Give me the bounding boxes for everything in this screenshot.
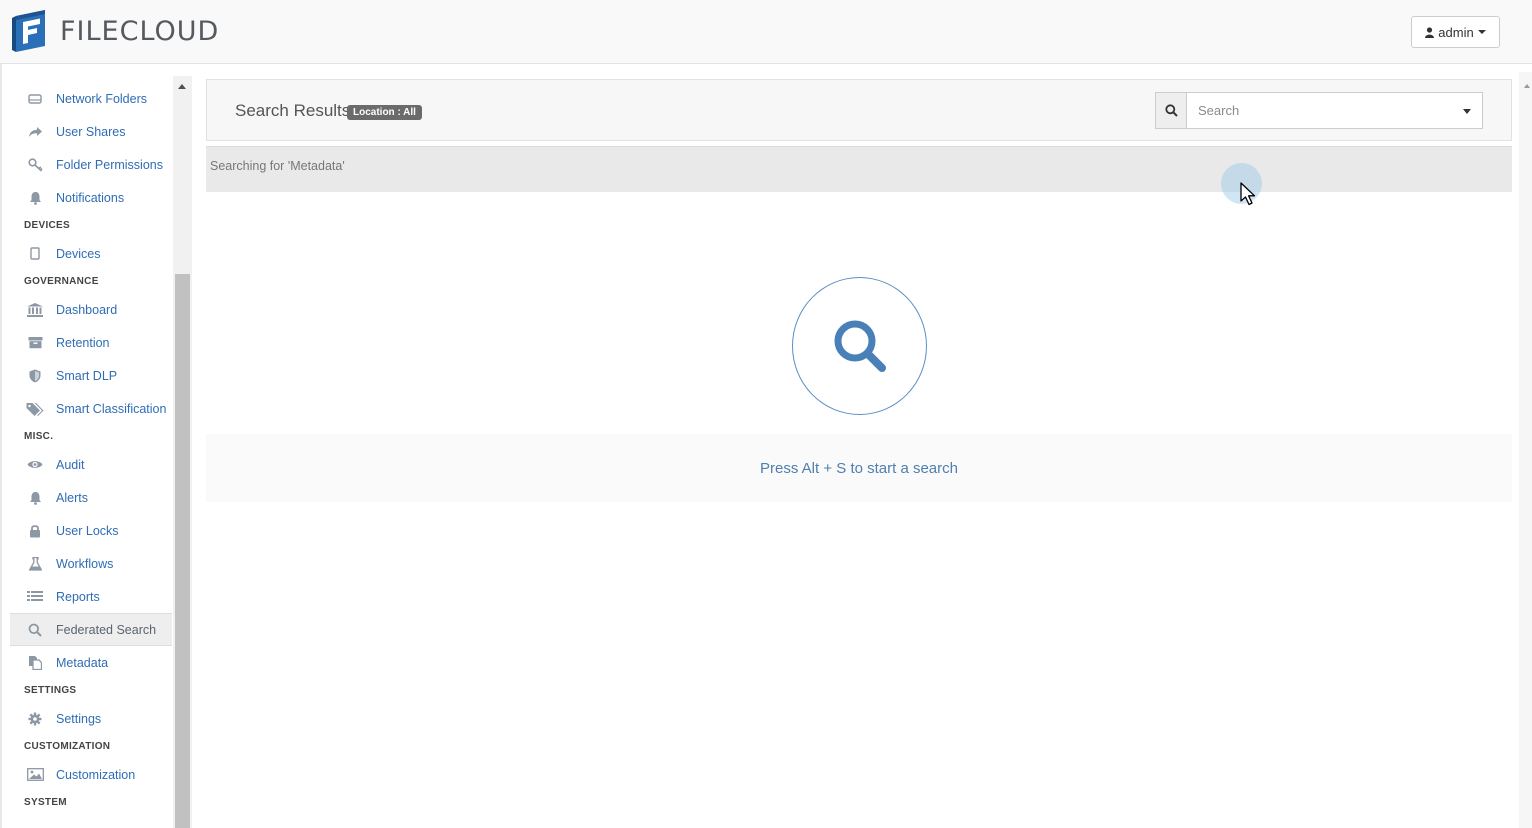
user-name: admin xyxy=(1438,24,1474,40)
filecloud-logo[interactable]: FILECLOUD xyxy=(12,8,219,54)
search-addon[interactable] xyxy=(1156,93,1187,128)
sidebar-item-notifications[interactable]: Notifications xyxy=(10,181,172,214)
sidebar-section-devices: DEVICES xyxy=(24,220,71,231)
search-status: Searching for 'Metadata' xyxy=(206,146,1512,192)
sidebar-item-federated-search[interactable]: Federated Search xyxy=(10,613,172,646)
search-input[interactable] xyxy=(1188,93,1448,128)
sidebar-section-settings: SETTINGS xyxy=(24,685,77,696)
sidebar-item-label: Folder Permissions xyxy=(56,157,163,172)
sidebar-item-label: Audit xyxy=(56,457,85,472)
sidebar-item-user-shares[interactable]: User Shares xyxy=(10,115,172,148)
sidebar-item-smart-classification[interactable]: Smart Classification xyxy=(10,392,172,425)
sidebar-item-label: User Locks xyxy=(56,523,119,538)
sidebar: Network Folders User Shares Folder Permiss… xyxy=(0,76,192,828)
device-icon xyxy=(26,245,44,263)
sidebar-item-label: Retention xyxy=(56,335,110,350)
sidebar-item-label: Settings xyxy=(56,711,102,726)
sidebar-item-settings[interactable]: Settings xyxy=(10,702,172,735)
page-title: Search Results xyxy=(235,101,351,120)
search-icon xyxy=(26,621,44,639)
sidebar-item-label: Alerts xyxy=(56,490,88,505)
chevron-down-icon xyxy=(1477,30,1486,34)
search-hint: Press Alt + S to start a search xyxy=(206,434,1512,502)
eye-icon xyxy=(26,456,44,474)
sidebar-item-user-locks[interactable]: User Locks xyxy=(10,514,172,547)
sidebar-item-customization[interactable]: Customization xyxy=(10,758,172,791)
sidebar-nav: Network Folders User Shares Folder Permiss… xyxy=(10,82,172,814)
location-badge: Location : All xyxy=(347,105,422,120)
tags-icon xyxy=(26,400,44,418)
list-icon xyxy=(26,588,44,606)
sidebar-item-audit[interactable]: Audit xyxy=(10,448,172,481)
sidebar-item-label: Smart DLP xyxy=(56,368,118,383)
sidebar-item-label: Federated Search xyxy=(56,622,157,637)
sidebar-item-label: Notifications xyxy=(56,190,125,205)
sidebar-section-misc: MISC. xyxy=(24,431,54,442)
key-icon xyxy=(26,156,44,174)
sidebar-item-label: Customization xyxy=(56,767,136,782)
search-icon xyxy=(1164,104,1178,117)
scroll-up-arrow-icon[interactable] xyxy=(1524,84,1530,88)
sidebar-item-label: Network Folders xyxy=(56,91,147,106)
sidebar-item-devices[interactable]: Devices xyxy=(10,237,172,270)
sidebar-section-governance: GOVERNANCE xyxy=(24,276,99,287)
flask-icon xyxy=(26,555,44,573)
bell-icon xyxy=(26,489,44,507)
magnifier-icon xyxy=(834,320,886,372)
sidebar-item-metadata[interactable]: Metadata xyxy=(10,646,172,679)
archive-icon xyxy=(26,334,44,352)
chevron-down-icon[interactable] xyxy=(1463,109,1471,114)
main-scrollbar[interactable] xyxy=(1519,72,1532,828)
sidebar-item-reports[interactable]: Reports xyxy=(10,580,172,613)
empty-state-illustration xyxy=(792,277,927,415)
sidebar-scrollbar-thumb[interactable] xyxy=(175,274,190,828)
drive-icon xyxy=(26,90,44,108)
share-icon xyxy=(26,123,44,141)
sidebar-item-retention[interactable]: Retention xyxy=(10,326,172,359)
sidebar-item-label: Workflows xyxy=(56,556,114,571)
user-menu-button[interactable]: admin xyxy=(1411,16,1500,48)
sidebar-item-workflows[interactable]: Workflows xyxy=(10,547,172,580)
sidebar-section-system: SYSTEM xyxy=(24,797,67,808)
scroll-up-arrow-icon[interactable] xyxy=(178,84,186,89)
copy-icon xyxy=(26,654,44,672)
sidebar-item-smart-dlp[interactable]: Smart DLP xyxy=(10,359,172,392)
sidebar-item-label: User Shares xyxy=(56,124,126,139)
search-results-header: Search Results Location : All xyxy=(206,79,1512,141)
sidebar-item-label: Devices xyxy=(56,246,101,261)
search-combobox[interactable] xyxy=(1155,92,1483,129)
top-bar: FILECLOUD admin xyxy=(0,0,1532,64)
sidebar-section-customization: CUSTOMIZATION xyxy=(24,741,111,752)
bell-icon xyxy=(26,189,44,207)
mouse-cursor-icon xyxy=(1240,182,1256,206)
filecloud-logo-icon xyxy=(12,10,45,52)
gear-icon xyxy=(26,710,44,728)
image-icon xyxy=(26,766,44,784)
user-icon xyxy=(1425,26,1435,38)
lock-icon xyxy=(26,522,44,540)
sidebar-item-label: Smart Classification xyxy=(56,401,167,416)
sidebar-item-dashboard[interactable]: Dashboard xyxy=(10,293,172,326)
sidebar-item-label: Reports xyxy=(56,589,100,604)
sidebar-item-label: Dashboard xyxy=(56,302,118,317)
brand-name: FILECLOUD xyxy=(60,15,220,47)
shield-icon xyxy=(26,367,44,385)
sidebar-item-network-folders[interactable]: Network Folders xyxy=(10,82,172,115)
sidebar-item-alerts[interactable]: Alerts xyxy=(10,481,172,514)
sidebar-item-label: Metadata xyxy=(56,655,109,670)
bank-icon xyxy=(26,301,44,319)
sidebar-item-folder-permissions[interactable]: Folder Permissions xyxy=(10,148,172,181)
